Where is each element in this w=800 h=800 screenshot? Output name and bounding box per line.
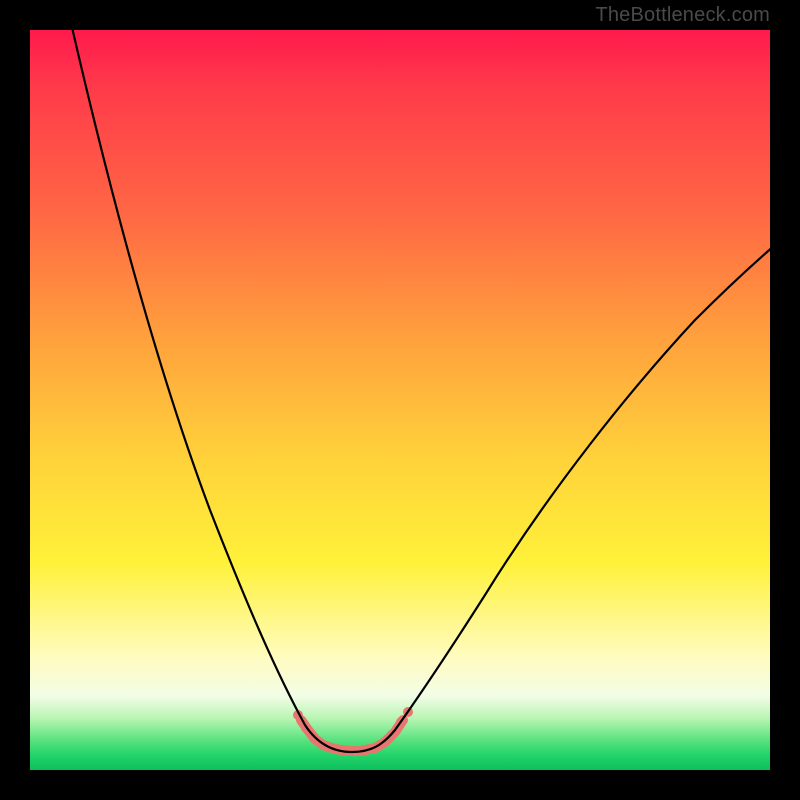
watermark-text: TheBottleneck.com <box>595 4 770 27</box>
chart-frame: TheBottleneck.com <box>0 0 800 800</box>
plot-area <box>30 30 770 770</box>
bottleneck-curve <box>68 30 770 752</box>
chart-svg <box>30 30 770 770</box>
